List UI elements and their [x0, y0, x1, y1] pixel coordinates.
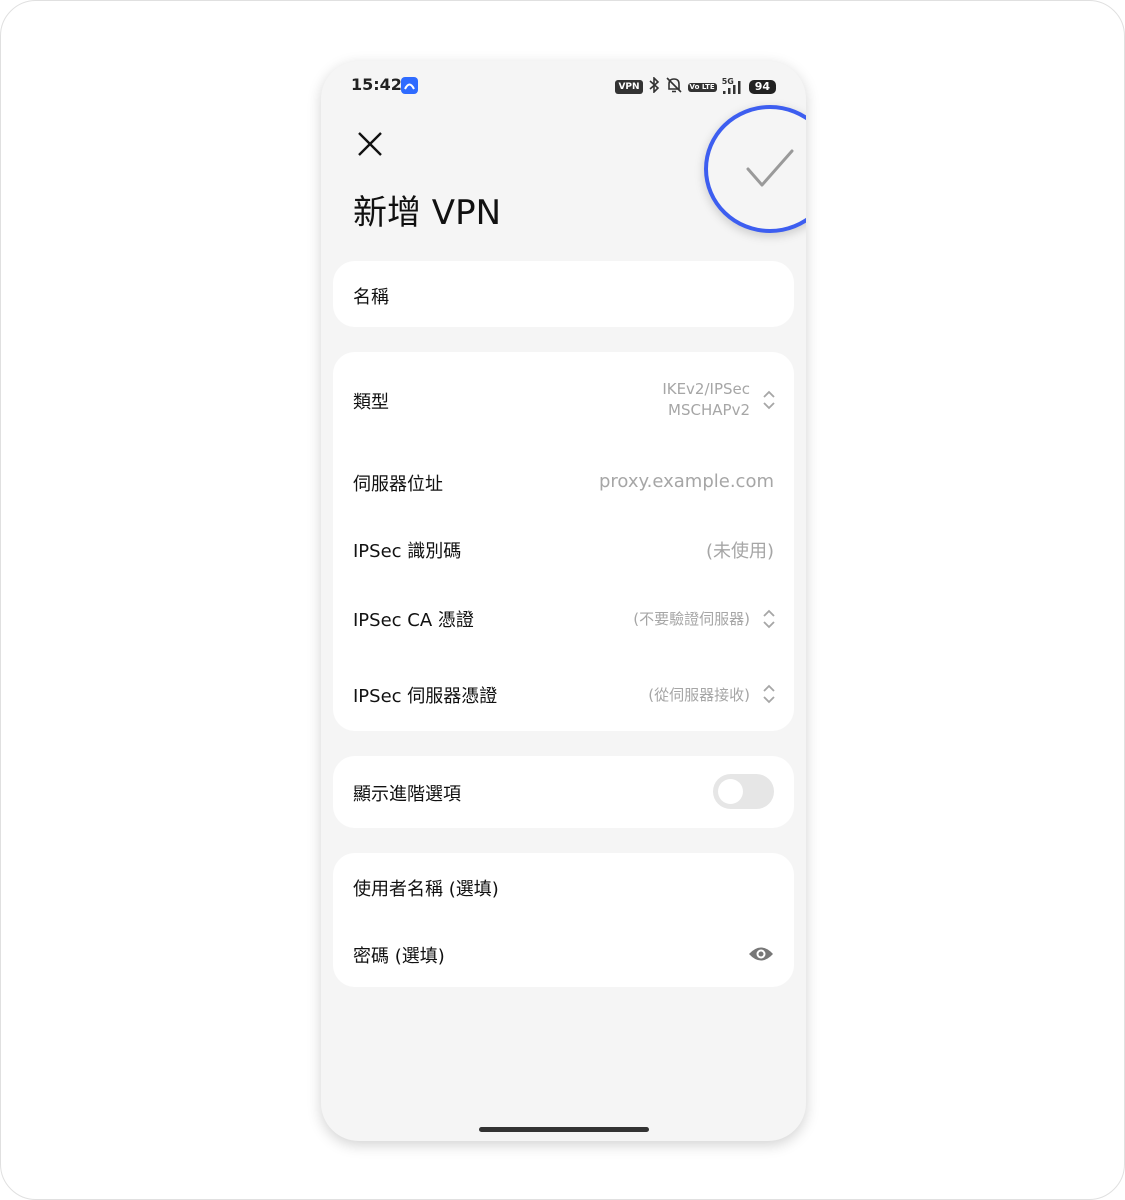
chevron-up-down-icon	[763, 390, 775, 410]
server-address-input[interactable]: proxy.example.com	[599, 471, 774, 492]
type-selector[interactable]: 類型 IKEv2/IPSec MSCHAPv2	[333, 352, 794, 448]
checkmark-icon	[746, 149, 794, 187]
close-icon	[358, 132, 382, 156]
toggle-knob	[718, 779, 743, 804]
credentials-card: 使用者名稱 (選填) 密碼 (選填)	[333, 853, 794, 987]
ipsec-server-cert-selector[interactable]: IPSec 伺服器憑證 (從伺服器接收)	[333, 656, 794, 731]
name-field[interactable]: 名稱	[333, 261, 794, 327]
ipsec-id-input[interactable]: (未使用)	[706, 537, 774, 563]
show-password-button[interactable]	[748, 944, 774, 964]
ipsec-server-cert-value: (從伺服器接收)	[648, 686, 750, 704]
advanced-options-card: 顯示進階選項	[333, 756, 794, 828]
eye-icon	[749, 947, 773, 961]
show-advanced-row: 顯示進階選項	[333, 756, 794, 828]
page-title: 新增 VPN	[353, 193, 502, 233]
app-notification-icon	[401, 77, 418, 94]
ipsec-ca-cert-label: IPSec CA 憑證	[353, 610, 474, 631]
type-value-line1: IKEv2/IPSec	[662, 380, 750, 398]
name-label: 名稱	[353, 287, 389, 308]
type-value-line2: MSCHAPv2	[668, 401, 750, 419]
password-field[interactable]: 密碼 (選填)	[333, 920, 794, 987]
type-value: IKEv2/IPSec MSCHAPv2	[662, 379, 750, 421]
server-address-label: 伺服器位址	[353, 474, 443, 495]
chevron-up-down-icon	[763, 609, 775, 629]
username-field[interactable]: 使用者名稱 (選填)	[333, 853, 794, 920]
name-card: 名稱	[333, 261, 794, 327]
confirm-button[interactable]	[704, 105, 806, 233]
home-indicator[interactable]	[479, 1127, 649, 1132]
status-time: 15:42	[351, 75, 402, 94]
close-button[interactable]	[355, 129, 385, 159]
server-address-field[interactable]: 伺服器位址 proxy.example.com	[333, 448, 794, 514]
type-label: 類型	[353, 392, 389, 413]
vpn-config-card: 類型 IKEv2/IPSec MSCHAPv2 伺服器位址 proxy.exam…	[333, 352, 794, 731]
ipsec-ca-cert-selector[interactable]: IPSec CA 憑證 (不要驗證伺服器)	[333, 580, 794, 656]
phone-screen: 15:42 VPN Vo LTE 5G 94 新增 VPN 名稱 類型 IKEv…	[321, 61, 806, 1141]
chevron-up-down-icon	[763, 684, 775, 704]
show-advanced-toggle[interactable]	[713, 774, 774, 809]
bluetooth-icon	[648, 76, 660, 97]
status-icons: VPN Vo LTE 5G 94	[615, 76, 776, 97]
ipsec-id-field[interactable]: IPSec 識別碼 (未使用)	[333, 514, 794, 580]
ipsec-server-cert-label: IPSec 伺服器憑證	[353, 686, 498, 707]
username-label: 使用者名稱 (選填)	[353, 879, 499, 900]
ipsec-ca-cert-value: (不要驗證伺服器)	[633, 610, 750, 628]
screenshot-frame: 15:42 VPN Vo LTE 5G 94 新增 VPN 名稱 類型 IKEv…	[0, 0, 1125, 1200]
battery-indicator: 94	[748, 80, 776, 94]
ipsec-id-label: IPSec 識別碼	[353, 541, 462, 562]
password-label: 密碼 (選填)	[353, 946, 445, 967]
vpn-status-badge: VPN	[615, 80, 643, 94]
volte-badge: Vo LTE	[687, 82, 717, 92]
status-bar: 15:42 VPN Vo LTE 5G 94	[321, 61, 806, 109]
mute-bell-icon	[665, 77, 683, 97]
show-advanced-label: 顯示進階選項	[353, 784, 461, 805]
signal-strength-icon: 5G	[722, 77, 744, 94]
